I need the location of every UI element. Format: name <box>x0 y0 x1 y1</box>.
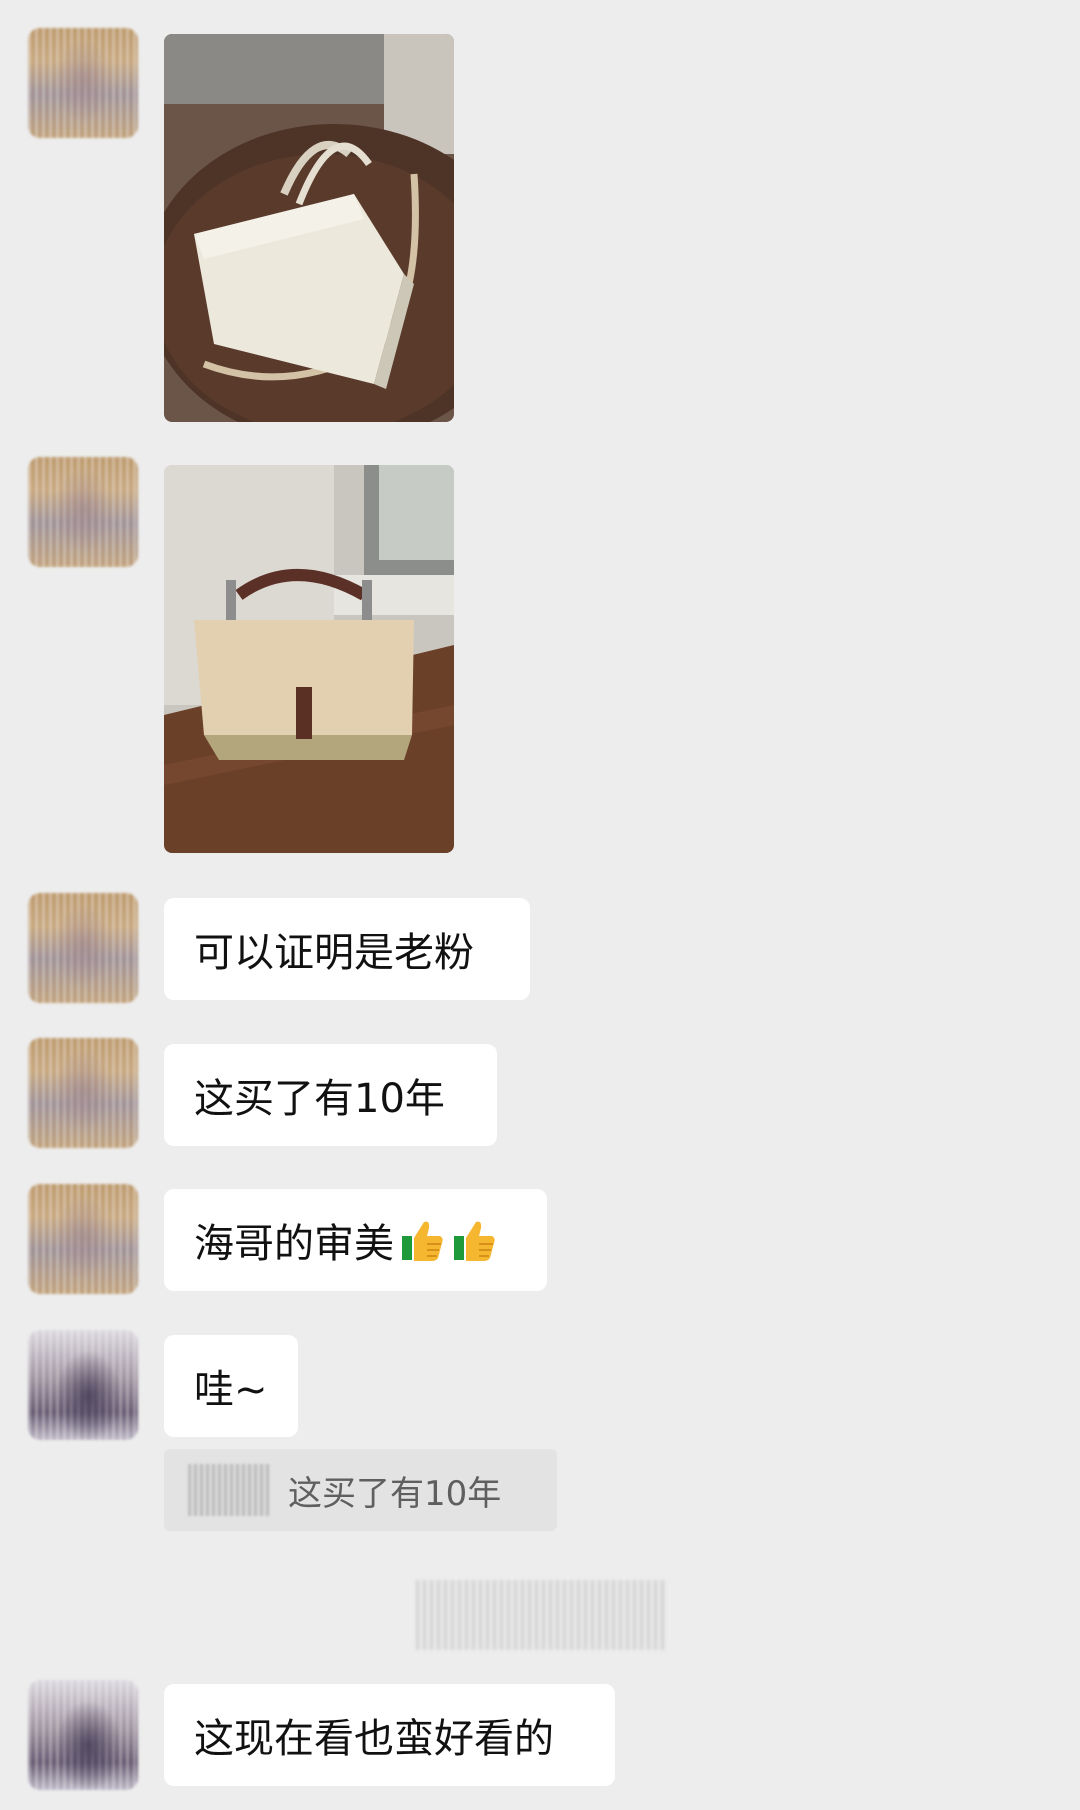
thumbs-up-emoji-icon <box>454 1221 495 1261</box>
message-text: 哇~ <box>194 1367 268 1413</box>
message-bubble[interactable]: 这现在看也蛮好看的 <box>164 1684 615 1786</box>
sender-avatar[interactable] <box>28 1184 138 1294</box>
message-bubble[interactable]: 海哥的审美 <box>164 1189 547 1291</box>
sender-avatar[interactable] <box>28 28 138 138</box>
sender-avatar[interactable] <box>28 893 138 1003</box>
quoted-message[interactable]: 这买了有10年 <box>164 1449 557 1531</box>
quoted-sender-name <box>188 1464 270 1516</box>
beige-bag-image <box>164 465 454 853</box>
message-text: 可以证明是老粉 <box>194 930 474 976</box>
message-bubble[interactable]: 可以证明是老粉 <box>164 898 530 1000</box>
thumbs-up-emoji-icon <box>402 1221 443 1261</box>
sender-avatar[interactable] <box>28 1038 138 1148</box>
white-bag-image <box>164 34 454 422</box>
quoted-message-text: 这买了有10年 <box>288 1473 502 1514</box>
sender-avatar[interactable] <box>28 1330 138 1440</box>
message-photo-white-bag[interactable] <box>164 34 454 422</box>
message-bubble[interactable]: 哇~ <box>164 1335 298 1437</box>
message-text: 这买了有10年 <box>194 1076 445 1122</box>
message-text: 海哥的审美 <box>194 1221 394 1267</box>
message-text: 这现在看也蛮好看的 <box>194 1716 554 1762</box>
chat-screen: 可以证明是老粉 这买了有10年 海哥的审美 哇~ 这买了有10年 这现在看也蛮好… <box>0 0 1080 1810</box>
sender-avatar[interactable] <box>28 1680 138 1790</box>
system-message-blurred <box>416 1580 666 1650</box>
message-bubble[interactable]: 这买了有10年 <box>164 1044 497 1146</box>
sender-avatar[interactable] <box>28 457 138 567</box>
message-photo-beige-bag[interactable] <box>164 465 454 853</box>
